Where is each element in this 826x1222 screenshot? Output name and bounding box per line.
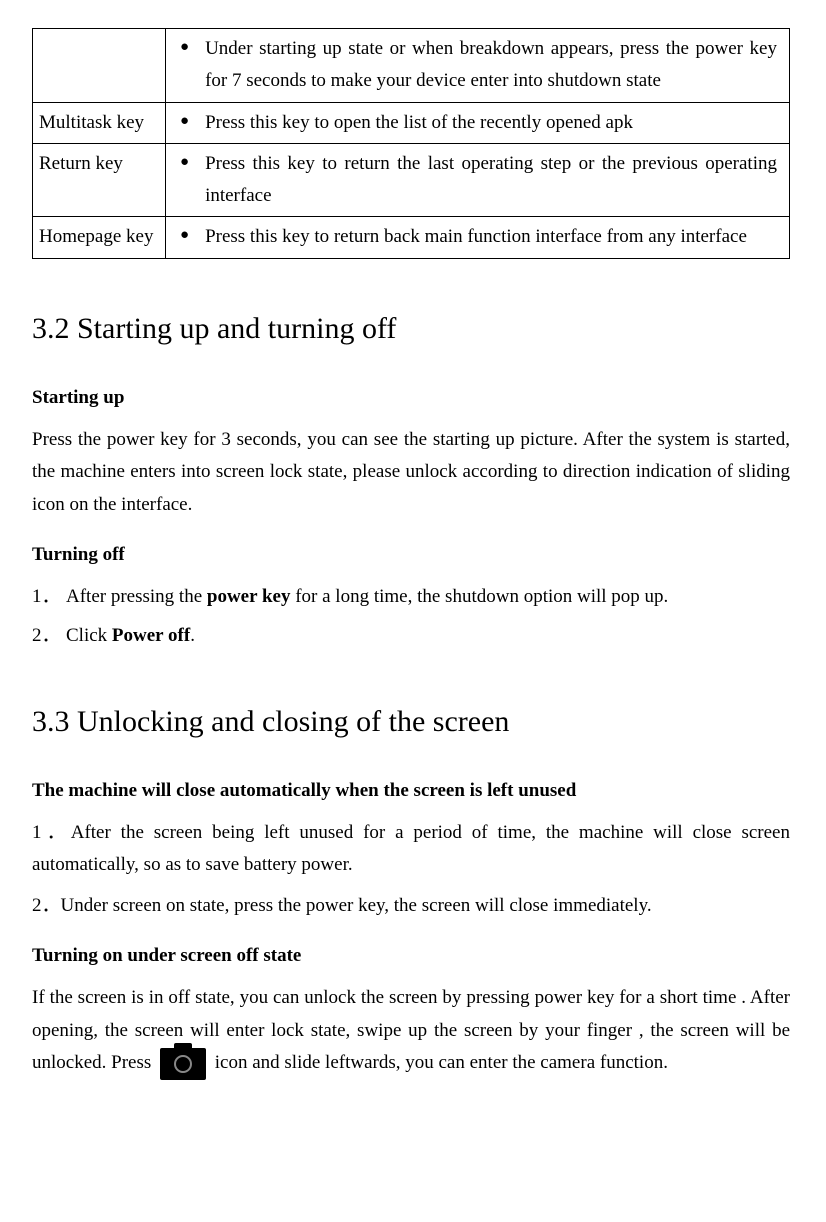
cell-text: Under starting up state or when breakdow… — [205, 33, 783, 98]
subheading-starting-up: Starting up — [32, 382, 790, 414]
cell-label: Homepage key — [33, 217, 166, 258]
list-text: After pressing the power key for a long … — [66, 581, 790, 613]
cell-label: Return key — [33, 143, 166, 217]
cell-text: Press this key to return back main funct… — [205, 221, 783, 253]
subheading-auto-close: The machine will close automatically whe… — [32, 775, 790, 807]
table-row: Return key ● Press this key to return th… — [33, 143, 790, 217]
paragraph: If the screen is in off state, you can u… — [32, 982, 790, 1079]
cell-content: ● Under starting up state or when breakd… — [166, 29, 790, 103]
cell-label — [33, 29, 166, 103]
paragraph: 1．After the screen being left unused for… — [32, 817, 790, 882]
list-item: 1． After pressing the power key for a lo… — [32, 581, 790, 613]
list-text: Click Power off. — [66, 620, 790, 652]
keys-table: ● Under starting up state or when breakd… — [32, 28, 790, 259]
numbered-list: 1． After pressing the power key for a lo… — [32, 581, 790, 652]
paragraph: 2．Under screen on state, press the power… — [32, 890, 790, 922]
section-heading-3-2: 3.2 Starting up and turning off — [32, 303, 790, 354]
cell-content: ● Press this key to return the last oper… — [166, 143, 790, 217]
bullet-icon: ● — [166, 148, 205, 177]
table-row: Homepage key ● Press this key to return … — [33, 217, 790, 258]
table-row: ● Under starting up state or when breakd… — [33, 29, 790, 103]
list-number: 1． — [32, 822, 71, 843]
list-number: 1． — [32, 581, 66, 613]
section-heading-3-3: 3.3 Unlocking and closing of the screen — [32, 696, 790, 747]
list-number: 2． — [32, 620, 66, 652]
table-row: Multitask key ● Press this key to open t… — [33, 102, 790, 143]
cell-content: ● Press this key to open the list of the… — [166, 102, 790, 143]
cell-text: Press this key to open the list of the r… — [205, 107, 783, 139]
cell-text: Press this key to return the last operat… — [205, 148, 783, 213]
list-item: 2． Click Power off. — [32, 620, 790, 652]
paragraph: Press the power key for 3 seconds, you c… — [32, 424, 790, 521]
bullet-icon: ● — [166, 107, 205, 136]
cell-content: ● Press this key to return back main fun… — [166, 217, 790, 258]
subheading-turning-on: Turning on under screen off state — [32, 940, 790, 972]
cell-label: Multitask key — [33, 102, 166, 143]
bullet-icon: ● — [166, 221, 205, 250]
subheading-turning-off: Turning off — [32, 539, 790, 571]
bullet-icon: ● — [166, 33, 205, 62]
list-number: 2． — [32, 895, 61, 916]
camera-icon — [160, 1048, 206, 1080]
